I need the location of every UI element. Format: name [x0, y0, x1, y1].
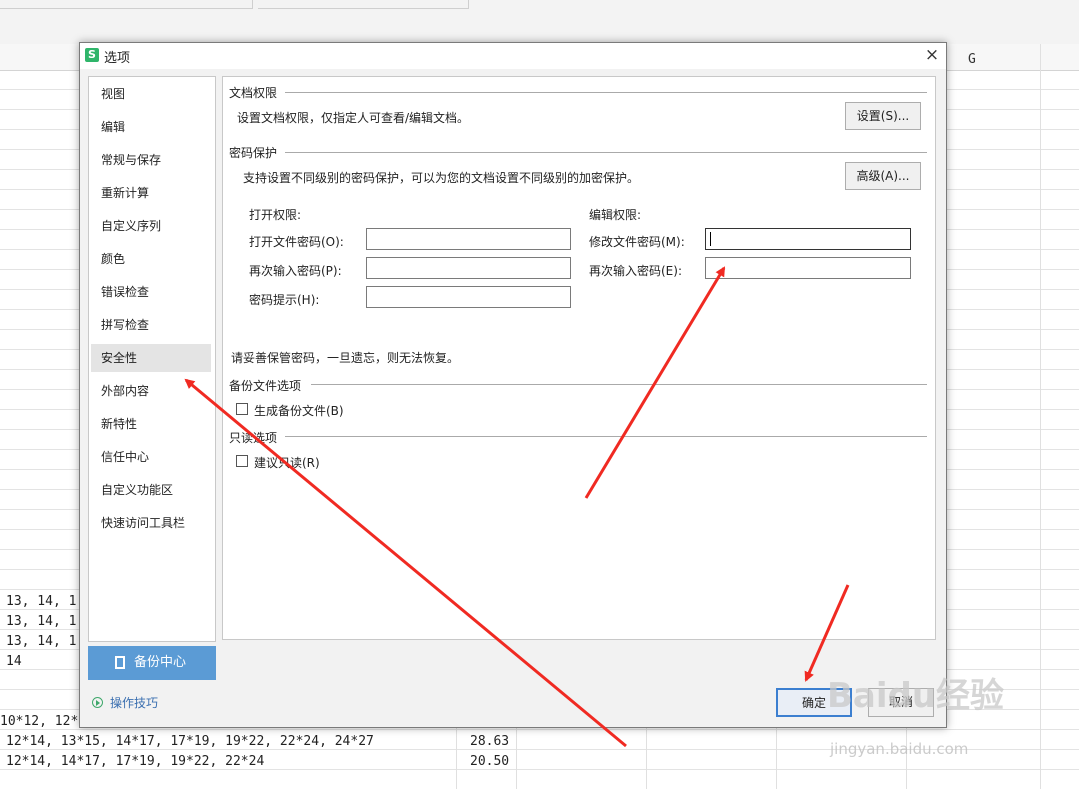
section-title-readonly: 只读选项 — [229, 431, 278, 445]
sheet-cell[interactable]: 13, 14, 1 — [6, 634, 76, 649]
sidebar-item-security[interactable]: 安全性 — [91, 344, 211, 372]
backup-icon — [115, 656, 125, 669]
sidebar-item-color[interactable]: 颜色 — [91, 245, 211, 273]
sidebar-item-customize-ribbon[interactable]: 自定义功能区 — [91, 476, 211, 504]
doc-permission-description: 设置文档权限，仅指定人可查看/编辑文档。 — [237, 111, 470, 125]
sheet-cell[interactable]: 14 — [6, 654, 22, 669]
sheet-cell[interactable]: 13, 14, 1 — [6, 614, 76, 629]
sidebar-item-spell-check[interactable]: 拼写检查 — [91, 311, 211, 339]
baidu-watermark-url: jingyan.baidu.com — [830, 740, 969, 758]
modify-reenter-label: 再次输入密码(E): — [589, 264, 682, 278]
sheet-cell[interactable]: 12*14, 14*17, 17*19, 19*22, 22*24 — [6, 754, 264, 769]
sidebar-item-new-features[interactable]: 新特性 — [91, 410, 211, 438]
close-icon[interactable]: × — [921, 44, 943, 66]
sidebar-item-view[interactable]: 视图 — [91, 80, 211, 108]
sidebar-item-external-content[interactable]: 外部内容 — [91, 377, 211, 405]
sidebar-item-quick-access-toolbar[interactable]: 快速访问工具栏 — [91, 509, 211, 537]
sheet-cell-value[interactable]: 28.63 — [470, 734, 509, 749]
readonly-checkbox[interactable] — [236, 455, 248, 467]
name-box[interactable] — [0, 0, 253, 9]
sidebar-item-trust-center[interactable]: 信任中心 — [91, 443, 211, 471]
section-title-password: 密码保护 — [229, 146, 278, 160]
dialog-titlebar[interactable]: S 选项 × — [80, 43, 946, 69]
sheet-cell[interactable]: 12*14, 13*15, 14*17, 17*19, 19*22, 22*24… — [6, 734, 374, 749]
tips-link[interactable]: 操作技巧 — [90, 694, 210, 712]
sidebar-item-error-check[interactable]: 错误检查 — [91, 278, 211, 306]
wps-app-icon: S — [85, 48, 99, 62]
password-hint-label: 密码提示(H): — [249, 293, 320, 307]
open-password-reenter-field[interactable] — [366, 257, 571, 279]
sheet-cell-value[interactable]: 20.50 — [470, 754, 509, 769]
sidebar-item-edit[interactable]: 编辑 — [91, 113, 211, 141]
modify-password-label: 修改文件密码(M): — [589, 235, 685, 249]
sidebar-item-custom-lists[interactable]: 自定义序列 — [91, 212, 211, 240]
password-hint-field[interactable] — [366, 286, 571, 308]
baidu-watermark: Baidu经验 — [827, 676, 1005, 716]
formula-bar-area — [0, 0, 1079, 45]
sheet-cell[interactable]: 13, 14, 1 — [6, 594, 76, 609]
section-title-backup: 备份文件选项 — [229, 379, 302, 393]
backup-center-label: 备份中心 — [134, 655, 187, 670]
sidebar-item-general-save[interactable]: 常规与保存 — [91, 146, 211, 174]
backup-checkbox[interactable] — [236, 403, 248, 415]
sidebar-item-recalculate[interactable]: 重新计算 — [91, 179, 211, 207]
open-permission-header: 打开权限: — [249, 208, 302, 222]
formula-field[interactable] — [258, 0, 469, 9]
options-dialog: S 选项 × 视图 编辑 常规与保存 重新计算 自定义序列 颜色 错误检查 拼写… — [79, 42, 947, 728]
section-title-doc-permission: 文档权限 — [229, 86, 278, 100]
readonly-checkbox-label[interactable]: 建议只读(R) — [254, 454, 320, 471]
password-description: 支持设置不同级别的密码保护，可以为您的文档设置不同级别的加密保护。 — [243, 171, 640, 185]
doc-permission-settings-button[interactable]: 设置(S)... — [845, 102, 921, 130]
sheet-cell[interactable]: 10*12, 12* — [0, 714, 78, 729]
open-password-field[interactable] — [366, 228, 571, 250]
tips-label: 操作技巧 — [110, 696, 159, 710]
options-sidebar: 视图 编辑 常规与保存 重新计算 自定义序列 颜色 错误检查 拼写检查 安全性 … — [88, 76, 216, 642]
advanced-button[interactable]: 高级(A)... — [845, 162, 921, 190]
column-header-g[interactable]: G — [968, 52, 976, 67]
modify-password-reenter-field[interactable] — [705, 257, 911, 279]
edit-permission-header: 编辑权限: — [589, 208, 642, 222]
password-warning: 请妥善保管密码，一旦遗忘，则无法恢复。 — [231, 351, 460, 365]
security-panel: 文档权限 设置文档权限，仅指定人可查看/编辑文档。 设置(S)... 密码保护 … — [222, 76, 936, 640]
backup-checkbox-label[interactable]: 生成备份文件(B) — [254, 402, 344, 419]
modify-password-field[interactable] — [705, 228, 911, 250]
open-password-label: 打开文件密码(O): — [249, 235, 344, 249]
backup-center-button[interactable]: 备份中心 — [88, 646, 216, 680]
dialog-title: 选项 — [104, 51, 131, 66]
open-reenter-label: 再次输入密码(P): — [249, 264, 342, 278]
